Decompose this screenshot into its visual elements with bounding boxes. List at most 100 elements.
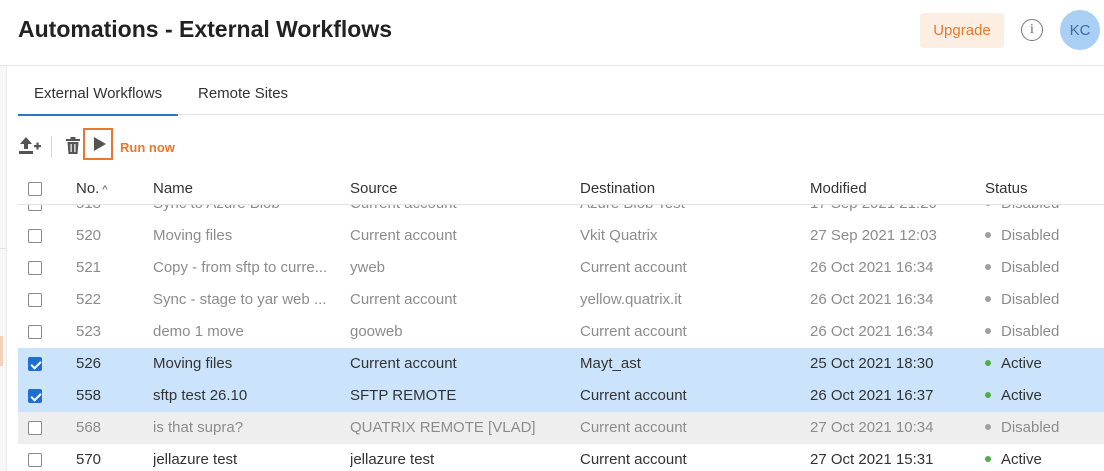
row-checkbox[interactable] — [28, 421, 42, 435]
cell-destination: Current account — [580, 387, 687, 404]
cell-status: Disabled — [985, 291, 1103, 308]
cell-name: Moving files — [153, 227, 233, 244]
row-checkbox[interactable] — [28, 389, 42, 403]
column-modified[interactable]: Modified — [810, 180, 867, 197]
row-checkbox[interactable] — [28, 229, 42, 243]
column-destination[interactable]: Destination — [580, 180, 655, 197]
page-title: Automations - External Workflows — [18, 16, 393, 42]
trash-icon[interactable] — [66, 137, 80, 154]
status-label: Disabled — [1001, 419, 1060, 436]
cell-source: Current account — [350, 291, 457, 308]
row-checkbox[interactable] — [28, 261, 42, 275]
table-row[interactable]: 570 jellazure test jellazure test Current a… — [18, 444, 1104, 471]
cell-no: 523 — [76, 323, 102, 340]
cell-no: 522 — [76, 291, 102, 308]
cell-name: jellazure test — [153, 451, 238, 468]
cell-modified: 26 Oct 2021 16:34 — [810, 259, 934, 276]
cell-no: 526 — [76, 355, 102, 372]
info-icon[interactable]: i — [1021, 19, 1043, 41]
tab-remote-sites[interactable]: Remote Sites — [198, 85, 288, 102]
column-status[interactable]: Status — [985, 180, 1028, 197]
status-label: Active — [1001, 355, 1042, 372]
cell-destination: Current account — [580, 323, 687, 340]
row-checkbox[interactable] — [28, 293, 42, 307]
cell-destination: Vkit Quatrix — [580, 227, 658, 244]
tab-external-workflows[interactable]: External Workflows — [17, 85, 179, 116]
cell-no: 570 — [76, 451, 102, 468]
upload-plus-icon[interactable] — [18, 136, 42, 156]
cell-no: 568 — [76, 419, 102, 436]
status-label: Active — [1001, 387, 1042, 404]
table-row[interactable]: 521 Copy - from sftp to curre... yweb Curre… — [18, 252, 1104, 284]
avatar[interactable]: KC — [1060, 10, 1100, 50]
cell-status: Active — [985, 355, 1103, 372]
cell-modified: 27 Oct 2021 15:31 — [810, 451, 934, 468]
select-all-checkbox[interactable] — [28, 182, 42, 196]
status-dot-icon — [985, 424, 991, 431]
cell-source: gooweb — [350, 323, 403, 340]
status-dot-icon — [985, 296, 991, 303]
cell-modified: 27 Oct 2021 10:34 — [810, 419, 934, 436]
cell-destination: Current account — [580, 451, 687, 468]
cell-status: Disabled — [985, 419, 1103, 436]
cell-modified: 25 Oct 2021 18:30 — [810, 355, 934, 372]
upgrade-button[interactable]: Upgrade — [920, 13, 1004, 48]
status-label: Active — [1001, 451, 1042, 468]
cell-name: Sync - stage to yar web ... — [153, 291, 327, 308]
run-now-label[interactable]: Run now — [120, 140, 175, 155]
table-row[interactable]: 520 Moving files Current account Vkit Quatr… — [18, 220, 1104, 252]
cell-source: yweb — [350, 259, 386, 276]
left-sidebar-edge — [0, 66, 7, 471]
status-dot-icon — [985, 264, 991, 271]
column-name[interactable]: Name — [153, 180, 193, 197]
cell-name: is that supra? — [153, 419, 244, 436]
column-no[interactable]: No. ^ — [76, 180, 108, 197]
status-dot-icon — [985, 392, 991, 399]
toolbar: Run now — [18, 128, 418, 164]
cell-modified: 27 Sep 2021 12:03 — [810, 227, 937, 244]
row-checkbox[interactable] — [28, 357, 42, 371]
cell-source: jellazure test — [350, 451, 435, 468]
workflows-table: 518Sync to Azure BlobCurrent accountAzur… — [18, 174, 1104, 471]
status-dot-icon — [985, 328, 991, 335]
row-checkbox[interactable] — [28, 325, 42, 339]
status-dot-icon — [985, 456, 991, 463]
table-row[interactable]: 558 sftp test 26.10 SFTP REMOTE Current acc… — [18, 380, 1104, 412]
cell-status: Disabled — [985, 323, 1103, 340]
cell-modified: 26 Oct 2021 16:34 — [810, 323, 934, 340]
column-source[interactable]: Source — [350, 180, 398, 197]
status-label: Disabled — [1001, 291, 1060, 308]
play-icon — [93, 137, 106, 151]
tab-bar: External Workflows Remote Sites — [17, 66, 1104, 116]
status-label: Disabled — [1001, 227, 1060, 244]
cell-no: 521 — [76, 259, 102, 276]
cell-name: sftp test 26.10 — [153, 387, 248, 404]
toolbar-separator — [51, 136, 52, 158]
cell-source: QUATRIX REMOTE [VLAD] — [350, 419, 536, 436]
sort-ascending-icon: ^ — [102, 184, 108, 196]
cell-name: Copy - from sftp to curre... — [153, 259, 328, 276]
status-label: Disabled — [1001, 323, 1060, 340]
cell-source: SFTP REMOTE — [350, 387, 457, 404]
cell-name: Moving files — [153, 355, 233, 372]
cell-status: Active — [985, 451, 1103, 468]
cell-modified: 26 Oct 2021 16:34 — [810, 291, 934, 308]
table-row[interactable]: 526 Moving files Current account Mayt_ast 25… — [18, 348, 1104, 380]
page-header: Automations - External Workflows Upgrade… — [0, 0, 1104, 66]
status-dot-icon — [985, 232, 991, 239]
status-dot-icon — [985, 360, 991, 367]
cell-destination: yellow.quatrix.it — [580, 291, 682, 308]
cell-source: Current account — [350, 355, 457, 372]
row-checkbox[interactable] — [28, 453, 42, 467]
table-row[interactable]: 523 demo 1 move gooweb Current account 26 Oc… — [18, 316, 1104, 348]
cell-status: Active — [985, 387, 1103, 404]
table-row[interactable]: 522 Sync - stage to yar web ... Current ac… — [18, 284, 1104, 316]
cell-status: Disabled — [985, 259, 1103, 276]
cell-no: 558 — [76, 387, 102, 404]
table-row[interactable]: 568 is that supra? QUATRIX REMOTE [VLAD] Cu… — [18, 412, 1104, 444]
status-label: Disabled — [1001, 259, 1060, 276]
run-now-button[interactable] — [83, 128, 113, 160]
cell-destination: Current account — [580, 259, 687, 276]
cell-source: Current account — [350, 227, 457, 244]
cell-destination: Current account — [580, 419, 687, 436]
